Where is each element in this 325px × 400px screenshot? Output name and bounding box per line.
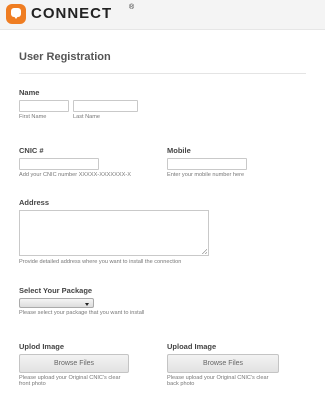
package-hint: Please select your package that you want… bbox=[19, 310, 145, 316]
mobile-input[interactable] bbox=[167, 158, 247, 170]
package-select[interactable] bbox=[19, 298, 94, 308]
first-name-input[interactable] bbox=[19, 100, 69, 112]
name-label: Name bbox=[19, 88, 40, 97]
upload-back-label: Upload Image bbox=[167, 342, 217, 351]
upload-front-label: Uplod Image bbox=[19, 342, 65, 351]
chevron-down-icon bbox=[85, 303, 89, 306]
cnic-input[interactable] bbox=[19, 158, 99, 170]
last-name-input[interactable] bbox=[73, 100, 138, 112]
address-label: Address bbox=[19, 198, 50, 207]
page-title: User Registration bbox=[19, 51, 111, 63]
package-label: Select Your Package bbox=[19, 286, 93, 295]
browse-back-button[interactable]: Browse Files bbox=[167, 354, 279, 373]
resize-grip-icon[interactable] bbox=[202, 249, 207, 254]
address-textarea[interactable] bbox=[19, 210, 209, 256]
app-header: CONNECT ® bbox=[0, 0, 325, 30]
address-hint: Provide detailed address where you want … bbox=[19, 259, 182, 265]
last-name-hint: Last Name bbox=[73, 114, 101, 120]
registered-mark: ® bbox=[129, 4, 135, 11]
cnic-label: CNIC # bbox=[19, 146, 44, 155]
upload-back-hint-line2: back photo bbox=[167, 381, 195, 387]
browse-front-button[interactable]: Browse Files bbox=[19, 354, 129, 373]
brand-name: CONNECT bbox=[31, 5, 113, 22]
first-name-hint: First Name bbox=[19, 114, 47, 120]
mobile-hint: Enter your mobile number here bbox=[167, 172, 245, 178]
upload-front-hint-line2: front photo bbox=[19, 381, 46, 387]
title-divider bbox=[19, 73, 306, 74]
mobile-label: Mobile bbox=[167, 146, 191, 155]
cnic-hint: Add your CNIC number XXXXX-XXXXXXX-X bbox=[19, 172, 131, 178]
chat-bubble-logo-icon bbox=[6, 4, 26, 24]
